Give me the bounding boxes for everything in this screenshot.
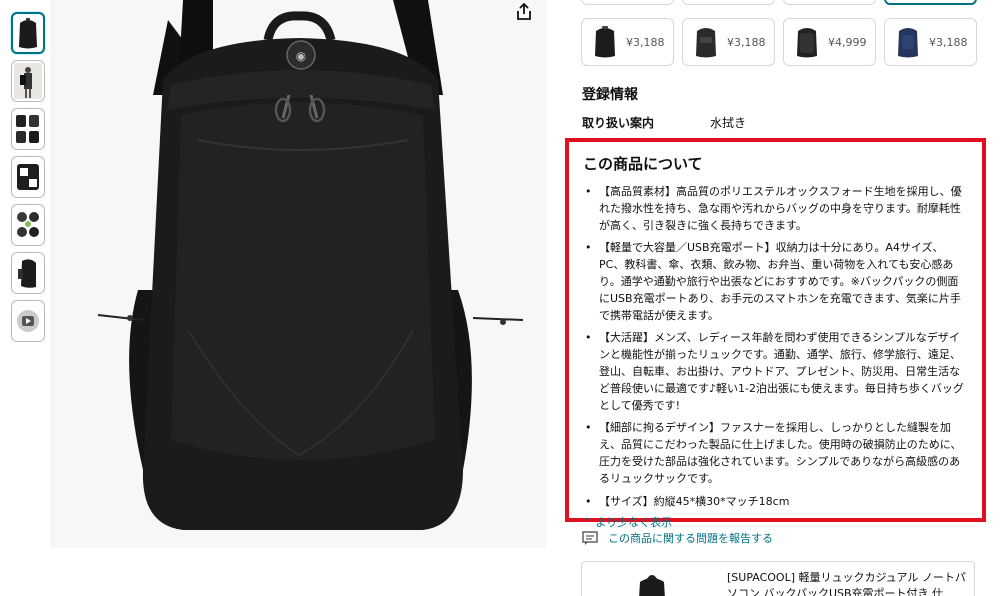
related-product-image [639,575,665,596]
show-less-link[interactable]: ^ より少なく表示 [583,514,968,530]
about-bullet: 【高品質素材】高品質のポリエステルオックスフォード生地を採用し、優れた撥水性を持… [583,184,968,234]
about-bullet: 【軽量で大容量／USB充電ポート】収納力は十分にあり。A4サイズ、PC、教科書、… [583,240,968,324]
thumbnail-3[interactable] [11,108,45,150]
variant-price: ¥4,999 [828,35,867,49]
about-title: この商品について [583,155,703,173]
backpack-features-thumbnail [17,212,39,237]
variant-3[interactable]: ¥4,999 [783,18,876,66]
variant-4[interactable]: ¥3,188 [884,18,977,66]
report-icon [582,531,598,545]
backpack-variant-icon [595,26,615,58]
handling-value: 水拭き [710,116,747,130]
variant-price: ¥3,188 [727,35,766,49]
registration-title: 登録情報 [582,87,638,103]
about-bullet: 【細部に拘るデザイン】ファスナーを採用し、しっかりとした縫製を加え、品質にこだわ… [583,420,968,487]
backpack-image: ◉ [97,0,524,530]
related-product-card[interactable]: [SUPACOOL] 軽量リュックカジュアル ノートパソコン バックパックUSB… [581,561,975,596]
thumbnail-5[interactable] [11,204,45,246]
thumbnail-6[interactable] [11,252,45,294]
about-bullet-list: 【高品質素材】高品質のポリエステルオックスフォード生地を採用し、優れた撥水性を持… [583,184,968,510]
variant-top-2[interactable] [682,0,775,5]
svg-text:◉: ◉ [296,49,306,63]
about-bullet: 【大活躍】メンズ、レディース年齢を問わず使用できるシンプルなデザインと機能性が揃… [583,330,968,414]
thumbnail-2[interactable] [11,60,45,102]
about-bullet: 【サイズ】約縦45*横30*マッチ18cm [583,494,968,511]
report-issue-link[interactable]: この商品に関する問題を報告する [582,530,773,546]
related-product-title: [SUPACOOL] 軽量リュックカジュアル ノートパソコン バックパックUSB… [727,571,966,596]
model-wearing-thumbnail [14,63,42,99]
thumbnail-strip [11,12,45,348]
variant-row-top [581,0,977,5]
handling-label: 取り扱い案内 [582,116,655,130]
report-label: この商品に関する問題を報告する [608,532,773,545]
thumbnail-1[interactable] [11,12,45,54]
about-this-item-section: この商品について 【高品質素材】高品質のポリエステルオックスフォード生地を採用し… [565,138,986,529]
variant-top-3[interactable] [783,0,876,5]
backpack-detail-thumbnail [16,115,39,143]
variant-top-4[interactable] [884,0,977,5]
main-product-image[interactable]: ◉ [50,0,546,548]
variant-row: ¥3,188 ¥3,188 ¥4,999 ¥3,188 [581,18,977,66]
backpack-side-thumbnail [18,259,36,288]
variant-1[interactable]: ¥3,188 [581,18,674,66]
thumbnail-7[interactable] [11,300,45,342]
backpack-variant-icon [696,28,716,58]
backpack-variant-icon [898,28,918,58]
variant-top-1[interactable] [581,0,674,5]
variant-2[interactable]: ¥3,188 [682,18,775,66]
variant-price: ¥3,188 [929,35,968,49]
thumbnail-4[interactable] [11,156,45,198]
variant-price: ¥3,188 [626,35,665,49]
show-less-label: より少なく表示 [595,516,673,530]
share-icon[interactable] [512,0,536,24]
backpack-pockets-thumbnail [17,164,39,190]
backpack-variant-icon [797,28,817,58]
backpack-front-thumbnail [19,18,37,49]
chevron-up-icon: ^ [583,516,592,528]
video-thumbnail [17,310,39,332]
